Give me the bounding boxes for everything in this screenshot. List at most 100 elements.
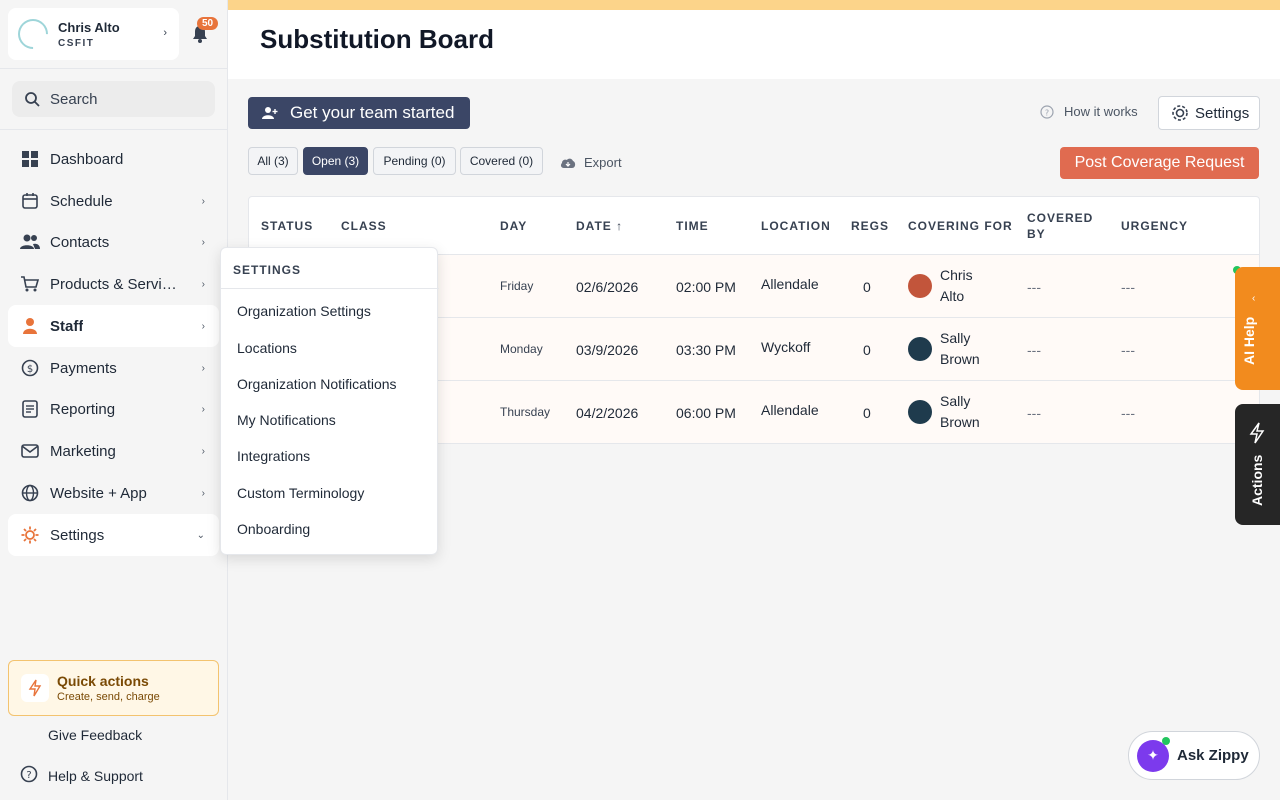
sidebar-item-label: Payments [50, 359, 117, 377]
chevron-right-icon: › [201, 445, 205, 457]
globe-icon [20, 483, 40, 503]
cell-covering-first: Sally [940, 393, 971, 409]
post-coverage-request-button[interactable]: Post Coverage Request [1060, 147, 1259, 179]
notification-badge: 50 [197, 17, 219, 30]
calendar-icon [20, 191, 40, 211]
org-logo [11, 12, 55, 56]
how-it-works-link[interactable]: ? How it works [1040, 104, 1138, 119]
sidebar-item-staff[interactable]: Staff › [8, 305, 219, 347]
column-header-covering-for[interactable]: COVERING FOR [908, 197, 1013, 254]
cell-covered-by: --- [1027, 405, 1041, 421]
cell-time: 06:00 PM [676, 405, 736, 421]
user-org: CSFIT [58, 37, 95, 49]
sidebar-item-reporting[interactable]: Reporting › [8, 388, 219, 430]
help-support-label: Help & Support [48, 767, 143, 784]
filter-covered[interactable]: Covered (0) [460, 147, 543, 175]
menu-item-custom-terminology[interactable]: Custom Terminology [237, 485, 364, 501]
page-title: Substitution Board [260, 24, 494, 54]
quick-actions-title: Quick actions [57, 673, 149, 689]
ai-help-tab[interactable]: ‹ AI Help [1235, 267, 1280, 390]
sidebar-item-label: Schedule [50, 192, 113, 210]
report-icon [20, 399, 40, 419]
get-team-started-button[interactable]: Get your team started [248, 97, 470, 129]
sidebar-item-label: Contacts [50, 233, 110, 251]
sidebar-item-dashboard[interactable]: Dashboard [8, 138, 219, 180]
user-switcher[interactable]: Chris Alto CSFIT › [8, 8, 179, 60]
sidebar-item-schedule[interactable]: Schedule › [8, 180, 219, 222]
chevron-right-icon: › [201, 236, 205, 248]
cell-covering-last: Brown [940, 351, 980, 367]
column-header-urgency[interactable]: URGENCY [1121, 197, 1188, 254]
cell-date: 03/9/2026 [576, 342, 639, 358]
cell-urgency: --- [1121, 405, 1135, 421]
cell-urgency: --- [1121, 279, 1135, 295]
lightning-icon [1249, 422, 1265, 444]
column-header-day[interactable]: DAY [500, 197, 527, 254]
ask-zippy-button[interactable]: ✦ Ask Zippy [1128, 731, 1260, 780]
sidebar: Chris Alto CSFIT › 50 Dashboard Schedule… [0, 0, 228, 800]
menu-item-onboarding[interactable]: Onboarding [237, 521, 310, 537]
cell-day: Thursday [500, 405, 551, 419]
sidebar-item-marketing[interactable]: Marketing › [8, 430, 219, 472]
search-input[interactable] [50, 90, 200, 108]
column-header-covered-by[interactable]: COVERED BY [1027, 197, 1097, 254]
settings-button-label: Settings [1195, 104, 1250, 122]
sidebar-item-payments[interactable]: $ Payments › [8, 347, 219, 389]
cell-regs: 0 [863, 342, 871, 358]
user-name: Chris Alto [58, 19, 120, 35]
column-header-time[interactable]: TIME [676, 197, 709, 254]
menu-item-organization-settings[interactable]: Organization Settings [237, 303, 371, 319]
cell-covering-last: Alto [940, 288, 965, 304]
sidebar-item-label: Website + App [50, 484, 147, 502]
export-button[interactable]: Export [560, 155, 622, 170]
cell-covering-first: Chris [940, 267, 973, 283]
export-label: Export [584, 155, 622, 170]
sidebar-item-products[interactable]: Products & Services › [8, 263, 219, 305]
sidebar-item-label: Products & Services [50, 275, 182, 293]
get-team-started-label: Get your team started [290, 103, 455, 122]
search-icon [25, 92, 40, 107]
gear-icon [1172, 105, 1188, 121]
menu-item-integrations[interactable]: Integrations [237, 448, 310, 464]
ask-zippy-label: Ask Zippy [1177, 747, 1249, 764]
how-it-works-label: How it works [1064, 104, 1138, 119]
column-header-class[interactable]: CLASS [341, 197, 387, 254]
cell-date: 02/6/2026 [576, 279, 639, 295]
cart-icon [20, 274, 40, 294]
give-feedback-label: Give Feedback [48, 727, 143, 743]
filter-all[interactable]: All (3) [248, 147, 298, 175]
help-support-link[interactable]: ? Help & Support [20, 765, 143, 786]
menu-item-organization-notifications[interactable]: Organization Notifications [237, 376, 397, 392]
column-header-date[interactable]: DATE ↑ [576, 197, 623, 254]
search-box[interactable] [12, 81, 215, 117]
settings-button[interactable]: Settings [1158, 96, 1260, 130]
chevron-down-icon: ⌄ [196, 529, 205, 541]
sidebar-item-settings[interactable]: Settings ⌄ [8, 514, 219, 556]
help-icon: ? [20, 765, 38, 786]
cell-covered-by: --- [1027, 279, 1041, 295]
sidebar-item-label: Marketing [50, 442, 116, 460]
gear-icon [20, 525, 40, 545]
filter-open[interactable]: Open (3) [303, 147, 368, 175]
divider [221, 288, 439, 289]
give-feedback-link[interactable]: Give Feedback [20, 727, 142, 743]
actions-tab[interactable]: Actions [1235, 404, 1280, 525]
settings-menu-title: SETTINGS [233, 263, 302, 277]
menu-item-locations[interactable]: Locations [237, 340, 297, 356]
sidebar-item-label: Settings [50, 526, 105, 544]
sidebar-item-website[interactable]: Website + App › [8, 472, 219, 514]
quick-actions-subtitle: Create, send, charge [57, 691, 160, 703]
avatar [908, 274, 932, 298]
column-header-regs[interactable]: REGS [851, 197, 889, 254]
filter-pending[interactable]: Pending (0) [373, 147, 456, 175]
top-accent-bar [228, 0, 1280, 10]
column-header-status[interactable]: STATUS [261, 197, 313, 254]
column-header-location[interactable]: LOCATION [761, 197, 831, 254]
cell-date: 04/2/2026 [576, 405, 639, 421]
sidebar-item-contacts[interactable]: Contacts › [8, 221, 219, 263]
quick-actions-button[interactable]: Quick actions Create, send, charge [8, 660, 219, 716]
cell-day: Monday [500, 342, 543, 356]
menu-item-my-notifications[interactable]: My Notifications [237, 412, 336, 428]
avatar [908, 337, 932, 361]
cell-location: Wyckoff [761, 339, 811, 355]
